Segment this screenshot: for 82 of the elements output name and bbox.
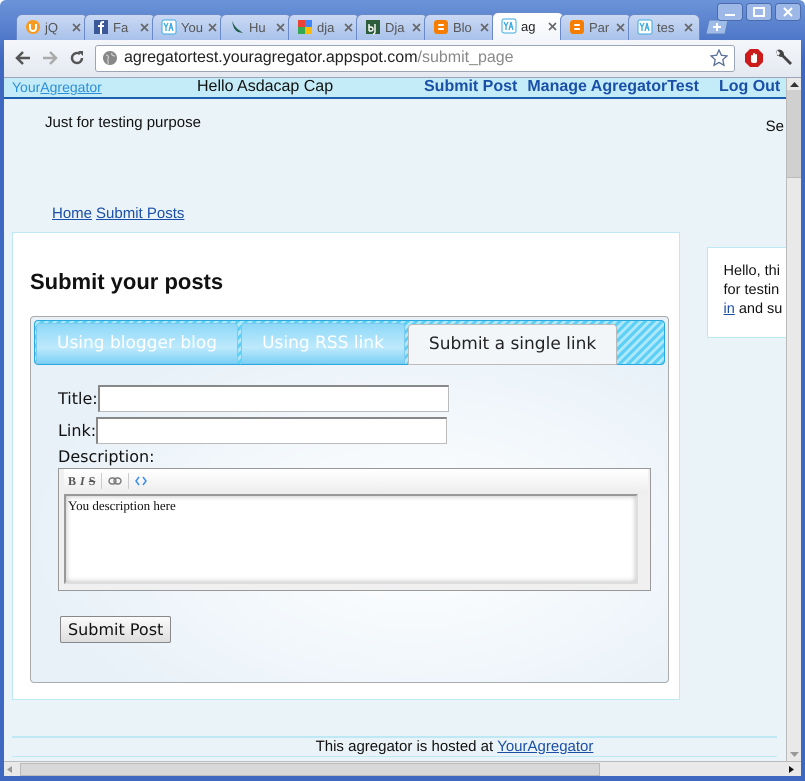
tab-title: tes (657, 20, 676, 35)
tagline-text: Just for testing purpose (45, 114, 201, 131)
browser-tab[interactable]: Hu (220, 14, 292, 40)
blogger-icon (433, 19, 449, 36)
nav-link[interactable]: Log Out (718, 78, 780, 96)
bird-icon (229, 19, 245, 36)
dj-logo-icon (365, 19, 381, 36)
breadcrumb-link[interactable]: Home (52, 204, 92, 231)
close-icon[interactable] (480, 22, 489, 32)
new-tab-icon[interactable] (706, 18, 730, 35)
browser-tab[interactable]: Dja (356, 14, 428, 40)
browser-tab[interactable]: jQ (16, 14, 88, 40)
browser-tab[interactable]: dja (288, 14, 360, 40)
input-field[interactable] (98, 385, 449, 412)
blogger-icon (569, 19, 585, 36)
tab-title: dja (317, 20, 336, 35)
text-area[interactable]: You description here (64, 494, 638, 584)
field-label: Title: (58, 389, 98, 408)
scroll-thumb[interactable] (787, 90, 801, 178)
page-heading: Submit your posts (30, 268, 224, 295)
smiley-icon (25, 19, 41, 36)
address-bar[interactable]: agregatortest.youragregator.appspot.com/submit_page (95, 44, 735, 72)
info-text: and su (738, 300, 782, 319)
footer-link[interactable]: YourAgregator (497, 738, 594, 756)
tab-title: Dja (385, 20, 406, 35)
breadcrumb-link[interactable]: Submit Posts (96, 204, 184, 231)
tab-title: Par (589, 20, 610, 35)
close-icon[interactable] (548, 22, 557, 31)
f-logo-icon (93, 19, 109, 36)
url-text: agregatortest.youragregator.appspot.com/submit_page (124, 49, 514, 68)
star-icon[interactable] (710, 49, 728, 68)
close-icon[interactable] (276, 22, 285, 32)
browser-tab[interactable]: Par (560, 14, 632, 40)
close-icon[interactable] (344, 22, 353, 32)
nav-link[interactable]: Manage AgregatorTest (527, 78, 699, 96)
tab-title: jQ (45, 20, 59, 35)
google-icon (297, 19, 313, 36)
tab[interactable]: Submit a single link (408, 324, 618, 365)
ya-logo-icon (161, 19, 177, 36)
browser-tab[interactable]: ag (492, 12, 564, 40)
sign-in-link[interactable]: in (724, 300, 735, 319)
ya-logo-icon (637, 19, 653, 36)
maximize-icon[interactable] (746, 3, 772, 21)
scroll-thumb[interactable] (20, 762, 600, 776)
close-icon[interactable] (684, 22, 693, 32)
submit-button[interactable]: Submit Post (60, 616, 172, 643)
close-icon[interactable] (208, 22, 217, 32)
stop-sign-icon[interactable] (744, 48, 764, 68)
vertical-scrollbar[interactable] (786, 78, 801, 762)
input-field[interactable] (96, 417, 448, 444)
close-icon[interactable] (616, 22, 625, 32)
format-button[interactable]: B (68, 474, 76, 489)
back-icon[interactable] (14, 50, 32, 66)
globe-icon (102, 50, 118, 66)
footer-text: This agregator is hosted at (316, 738, 494, 756)
side-text: Se (766, 116, 784, 135)
browser-tab[interactable]: Fa (84, 14, 156, 40)
info-text: for testin (724, 280, 780, 300)
tab-title: Hu (249, 20, 267, 35)
close-icon[interactable] (140, 22, 149, 32)
link-icon[interactable] (108, 476, 122, 486)
minimize-icon[interactable] (717, 3, 743, 21)
greeting-text: Hello Asdacap Cap (197, 78, 334, 96)
field-label: Description: (58, 446, 156, 466)
tab-title: You (181, 20, 204, 35)
field-label: Link: (58, 421, 96, 440)
browser-tab[interactable]: tes (628, 14, 700, 40)
tab-title: ag (521, 18, 536, 34)
info-text: Hello, thi (724, 262, 781, 281)
ya-logo-icon (501, 18, 517, 34)
horizontal-scrollbar[interactable] (4, 761, 801, 776)
forward-icon[interactable] (41, 50, 59, 66)
code-icon[interactable] (135, 476, 148, 486)
close-icon[interactable] (775, 3, 801, 21)
browser-tab[interactable]: You (152, 14, 224, 40)
close-icon[interactable] (72, 22, 81, 32)
nav-link[interactable]: Submit Post (424, 78, 518, 96)
tab-title: Fa (113, 20, 130, 35)
tab-title: Blo (453, 20, 473, 35)
format-button[interactable]: I (80, 474, 85, 489)
close-icon[interactable] (412, 22, 421, 32)
format-button[interactable]: S (88, 474, 96, 489)
